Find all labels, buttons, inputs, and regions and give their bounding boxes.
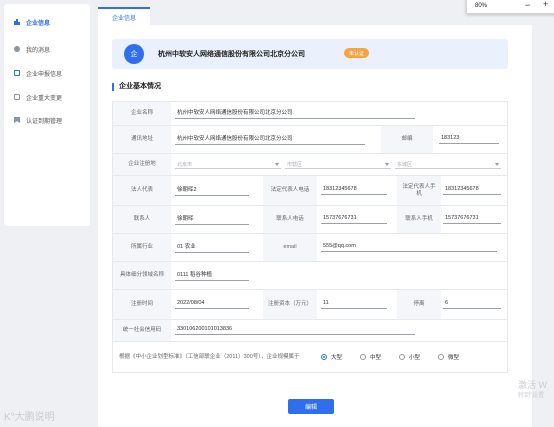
sidebar-item-company-info[interactable]: 企业信息 bbox=[4, 14, 90, 30]
contact-phone-field[interactable]: 15737676731 bbox=[321, 215, 387, 224]
status-badge: 未认证 bbox=[344, 48, 370, 58]
basic-info-form: 企业名称 杭州中软安人网络通信股份有限公司北京分公司 通讯地址 杭州中软安人网络… bbox=[112, 101, 508, 373]
industry-field[interactable]: 01 农业 bbox=[175, 242, 249, 253]
subsector-label: 具体细分领域名称 bbox=[113, 262, 171, 289]
reg-date-label: 注册时间 bbox=[113, 290, 171, 319]
chevron-down-icon bbox=[275, 162, 279, 166]
sidebar-item-label: 我的消息 bbox=[26, 47, 51, 54]
district-select[interactable]: 东城区 bbox=[395, 160, 501, 169]
form-row: 企业名称 杭州中软安人网络通信股份有限公司北京分公司 bbox=[113, 102, 507, 126]
chevron-down-icon bbox=[385, 162, 389, 166]
company-name-field[interactable]: 杭州中软安人网络通信股份有限公司北京分公司 bbox=[175, 108, 415, 119]
scale-radio-medium[interactable]: 中型 bbox=[360, 353, 381, 361]
sidebar-item-label: 企业申报信息 bbox=[26, 71, 63, 78]
form-row: 具体细分领域名称 0111 稻谷种植 bbox=[113, 262, 507, 290]
radio-icon bbox=[399, 354, 406, 360]
bar-chart-icon bbox=[14, 19, 20, 25]
city-select[interactable]: 市辖区 bbox=[285, 160, 391, 169]
legal-rep-label: 法人代表 bbox=[113, 176, 171, 205]
form-row: 法人代表 徐朝晖2 法定代表人电话 18312345678 法定代表人手机 18… bbox=[113, 176, 507, 206]
postcode-label: 邮编 bbox=[381, 126, 433, 153]
form-row: 企业注册地 北京市 市辖区 东城区 bbox=[113, 154, 507, 176]
email-field[interactable]: 555@qq.com bbox=[321, 243, 497, 252]
sidebar-item-major-changes[interactable]: 企业重大变更 bbox=[4, 89, 90, 105]
radio-selected-icon bbox=[321, 354, 327, 360]
company-name: 杭州中软安人网络通信股份有限公司北京分公司 bbox=[158, 51, 305, 58]
watermark-left: K°大鹏说明 bbox=[4, 412, 55, 423]
credit-code-field[interactable]: 330106200101013836 bbox=[175, 326, 415, 335]
address-label: 通讯地址 bbox=[113, 126, 171, 153]
bookmark-icon bbox=[14, 117, 20, 123]
scale-radio-small[interactable]: 小型 bbox=[399, 353, 420, 361]
credit-code-label: 统一社会信用码 bbox=[113, 320, 171, 341]
radio-icon bbox=[360, 354, 367, 360]
reg-capital-field[interactable]: 11 bbox=[321, 300, 387, 309]
form-row: 注册时间 2022/08/04 注册资本（万元） 11 停离 6 bbox=[113, 290, 507, 320]
activation-watermark: 激活 W 转到"设置 bbox=[518, 380, 547, 399]
sidebar-item-label: 认证到期管理 bbox=[26, 118, 63, 125]
legal-mobile-field[interactable]: 18312345678 bbox=[443, 186, 501, 195]
sidebar-item-label: 企业重大变更 bbox=[26, 95, 63, 102]
sidebar-item-cert-expiry[interactable]: 认证到期管理 bbox=[4, 112, 90, 128]
staff-label: 停离 bbox=[397, 290, 441, 319]
industry-label: 所属行业 bbox=[113, 234, 171, 261]
reg-date-field[interactable]: 2022/08/04 bbox=[175, 300, 249, 309]
document-icon bbox=[14, 70, 20, 76]
form-row: 联系人 徐朝晖 联系人电话 15737676731 联系人手机 15737676… bbox=[113, 206, 507, 234]
form-row: 通讯地址 杭州中软安人网络通信股份有限公司北京分公司 邮编 183123 bbox=[113, 126, 507, 154]
company-name-label: 企业名称 bbox=[113, 102, 171, 125]
form-row: 统一社会信用码 330106200101013836 bbox=[113, 320, 507, 342]
company-card: 企 杭州中软安人网络通信股份有限公司北京分公司 未认证 bbox=[112, 39, 508, 69]
contact-mobile-field[interactable]: 15737676731 bbox=[443, 215, 501, 224]
section-title: 企业基本情况 bbox=[112, 83, 161, 91]
legal-rep-field[interactable]: 徐朝晖2 bbox=[175, 185, 249, 196]
contact-phone-label: 联系人电话 bbox=[263, 206, 317, 233]
contact-field[interactable]: 徐朝晖 bbox=[175, 214, 249, 225]
main-panel: 企 杭州中软安人网络通信股份有限公司北京分公司 未认证 企业基本情况 企业名称 … bbox=[98, 25, 532, 427]
contact-mobile-label: 联系人手机 bbox=[397, 206, 441, 233]
form-row: 所属行业 01 农业 email 555@qq.com bbox=[113, 234, 507, 262]
postcode-field[interactable]: 183123 bbox=[439, 135, 499, 144]
reg-capital-label: 注册资本（万元） bbox=[263, 290, 317, 319]
radio-icon bbox=[438, 354, 445, 360]
sidebar-item-my-messages[interactable]: 我的消息 bbox=[4, 41, 90, 57]
sidebar-item-label: 企业信息 bbox=[26, 20, 51, 27]
province-select[interactable]: 北京市 bbox=[175, 160, 281, 169]
chevron-down-icon bbox=[495, 162, 499, 166]
contact-label: 联系人 bbox=[113, 206, 171, 233]
subsector-field[interactable]: 0111 稻谷种植 bbox=[175, 270, 249, 281]
legal-phone-label: 法定代表人电话 bbox=[263, 176, 317, 205]
staff-field[interactable]: 6 bbox=[443, 300, 501, 309]
sidebar-menu: 企业信息 我的消息 企业申报信息 企业重大变更 认证到期管理 bbox=[4, 4, 90, 226]
tab-bar: 企业信息 bbox=[96, 7, 554, 27]
scale-label: 根据《中小企业划型标准》（工信部联企业（2011）300号），企业规模属于 bbox=[113, 342, 317, 372]
scale-radio-large[interactable]: 大型 bbox=[321, 353, 342, 361]
legal-phone-field[interactable]: 18312345678 bbox=[321, 186, 387, 195]
legal-mobile-label: 法定代表人手机 bbox=[397, 176, 441, 205]
address-field[interactable]: 杭州中软安人网络通信股份有限公司北京分公司 bbox=[175, 134, 365, 145]
email-label: email bbox=[263, 234, 317, 261]
edit-button[interactable]: 编辑 bbox=[288, 399, 334, 414]
tab-company-info[interactable]: 企业信息 bbox=[98, 7, 150, 25]
change-document-icon bbox=[14, 94, 20, 100]
sidebar-item-declaration-info[interactable]: 企业申报信息 bbox=[4, 65, 90, 81]
company-logo: 企 bbox=[124, 44, 144, 64]
message-icon bbox=[14, 46, 20, 52]
region-label: 企业注册地 bbox=[113, 154, 171, 175]
scale-radio-micro[interactable]: 微型 bbox=[438, 353, 459, 361]
form-row: 根据《中小企业划型标准》（工信部联企业（2011）300号），企业规模属于 大型… bbox=[113, 342, 507, 372]
